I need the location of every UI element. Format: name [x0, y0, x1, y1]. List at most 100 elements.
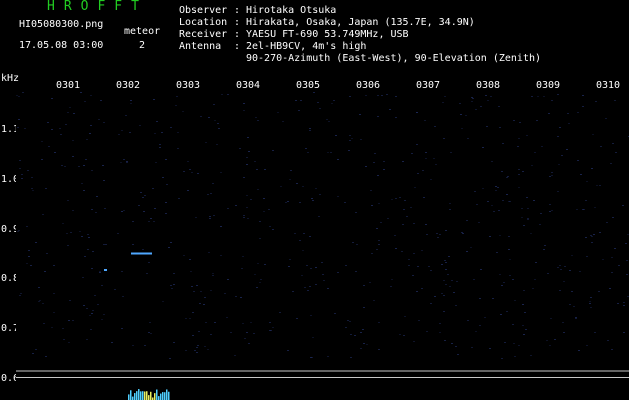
noise-speckle [374, 153, 376, 154]
file-name: HI05080300.png [19, 19, 104, 30]
noise-speckle [363, 307, 365, 308]
noise-speckle [150, 333, 152, 334]
noise-speckle [533, 200, 535, 201]
noise-speckle [129, 132, 131, 133]
noise-speckle [24, 128, 26, 129]
noise-speckle [154, 133, 156, 134]
noise-speckle [126, 162, 128, 163]
noise-speckle [506, 177, 508, 178]
noise-speckle [162, 177, 164, 178]
noise-speckle [426, 331, 428, 332]
noise-speckle [242, 323, 244, 324]
noise-speckle [371, 205, 373, 206]
noise-speckle [414, 187, 416, 188]
noise-speckle [327, 288, 329, 289]
noise-speckle [426, 234, 428, 235]
noise-speckle [408, 265, 410, 266]
noise-speckle [492, 298, 494, 299]
noise-speckle [323, 280, 325, 281]
noise-speckle [51, 129, 53, 130]
noise-speckle [460, 114, 462, 115]
noise-speckle [111, 342, 113, 343]
noise-speckle [104, 208, 106, 209]
noise-speckle [309, 130, 311, 131]
noise-speckle [199, 303, 201, 304]
noise-speckle [370, 190, 372, 191]
noise-speckle [444, 96, 446, 97]
noise-speckle [381, 95, 383, 96]
noise-speckle [351, 138, 353, 139]
x-tick-label: 0301 [56, 80, 81, 91]
noise-speckle [554, 339, 556, 340]
noise-speckle [590, 297, 592, 298]
noise-speckle [83, 165, 85, 166]
noise-speckle [480, 269, 482, 270]
noise-speckle [155, 162, 157, 163]
noise-speckle [462, 233, 464, 234]
noise-speckle [149, 322, 151, 323]
noise-speckle [395, 198, 397, 199]
noise-speckle [42, 214, 44, 215]
noise-speckle [571, 291, 573, 292]
noise-speckle [226, 317, 228, 318]
noise-speckle [410, 207, 412, 208]
receiver-label: Receiver [179, 29, 228, 40]
noise-speckle [235, 296, 237, 297]
noise-speckle [207, 194, 209, 195]
noise-speckle [434, 296, 436, 297]
noise-speckle [20, 293, 22, 294]
noise-speckle [430, 270, 432, 271]
noise-speckle [26, 263, 28, 264]
noise-speckle [310, 268, 312, 269]
noise-speckle [509, 259, 511, 260]
noise-speckle [416, 112, 418, 113]
noise-burst-bar [130, 390, 132, 400]
noise-speckle [302, 250, 304, 251]
noise-speckle [178, 198, 180, 199]
noise-speckle [430, 179, 432, 180]
noise-speckle [35, 349, 37, 350]
noise-speckle [247, 218, 249, 219]
noise-speckle [48, 146, 50, 147]
noise-speckle [473, 279, 475, 280]
noise-speckle [296, 183, 298, 184]
noise-burst-bar [132, 396, 134, 400]
noise-speckle [311, 198, 313, 199]
noise-speckle [549, 176, 551, 177]
noise-speckle [43, 323, 45, 324]
noise-speckle [522, 325, 524, 326]
noise-speckle [585, 237, 587, 238]
noise-speckle [449, 209, 451, 210]
noise-speckle [568, 123, 570, 124]
noise-speckle [611, 257, 613, 258]
noise-speckle [243, 215, 245, 216]
noise-speckle [114, 289, 116, 290]
noise-speckle [391, 279, 393, 280]
noise-burst-bar [142, 391, 144, 400]
noise-speckle [208, 252, 210, 253]
noise-speckle [560, 269, 562, 270]
noise-speckle [97, 304, 99, 305]
noise-speckle [17, 231, 19, 232]
noise-speckle [444, 340, 446, 341]
noise-speckle [263, 198, 265, 199]
noise-speckle [491, 205, 493, 206]
noise-speckle [31, 188, 33, 189]
noise-speckle [445, 284, 447, 285]
noise-speckle [234, 355, 236, 356]
noise-speckle [408, 259, 410, 260]
location-colon: : [234, 17, 241, 28]
noise-speckle [289, 179, 291, 180]
noise-speckle [518, 138, 520, 139]
noise-speckle [153, 221, 155, 222]
noise-speckle [84, 101, 86, 102]
noise-speckle [549, 204, 551, 205]
noise-speckle [395, 248, 397, 249]
noise-speckle [543, 96, 545, 97]
noise-speckle [449, 286, 451, 287]
noise-speckle [90, 125, 92, 126]
antenna-colon: : [234, 41, 241, 52]
noise-speckle [360, 332, 362, 333]
noise-speckle [302, 186, 304, 187]
noise-speckle [196, 352, 198, 353]
